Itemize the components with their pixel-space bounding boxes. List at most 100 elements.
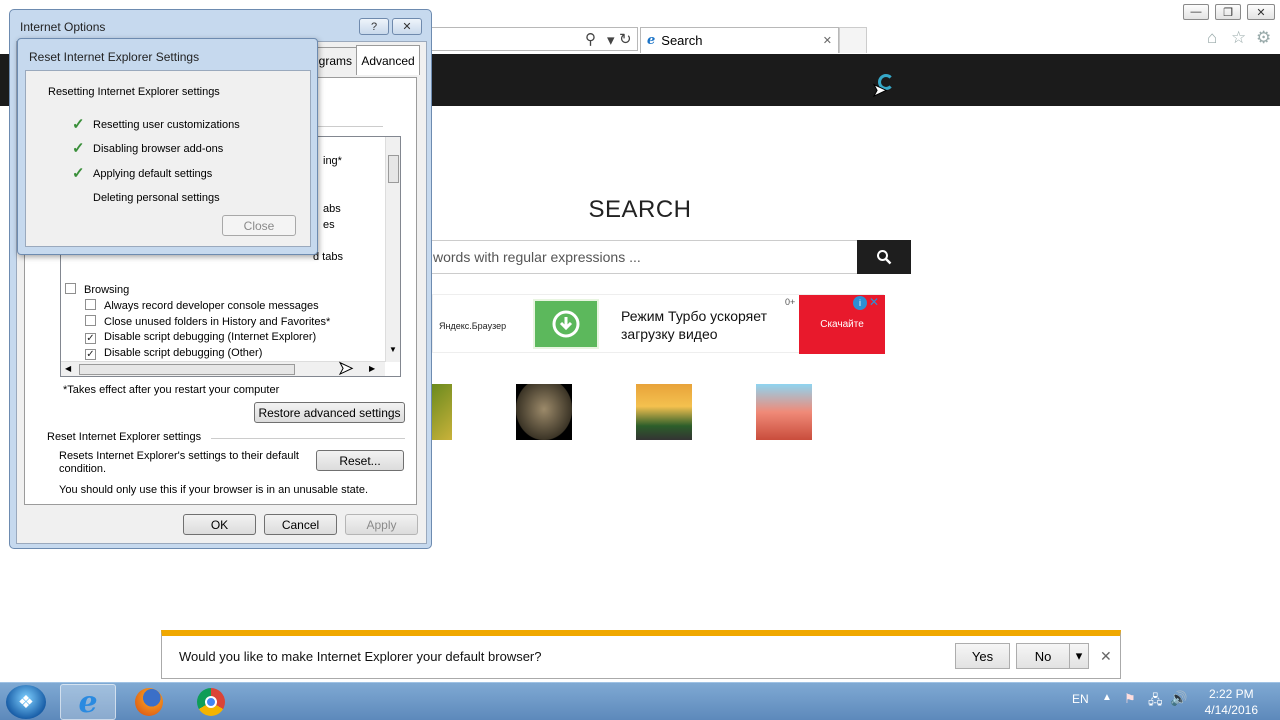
cancel-button[interactable]: Cancel: [264, 514, 337, 535]
unusable-note: You should only use this if your browser…: [59, 484, 368, 496]
checkbox[interactable]: [85, 299, 96, 310]
page-title: SEARCH: [588, 196, 692, 223]
reset-button[interactable]: Reset...: [316, 450, 404, 471]
tab-advanced[interactable]: Advanced: [356, 45, 420, 75]
show-hidden-icons-icon[interactable]: ▲: [1102, 692, 1112, 703]
list-item[interactable]: Always record developer console messages: [85, 299, 319, 312]
game-thumbnail[interactable]: [636, 384, 692, 440]
ad-age-rating: 0+: [785, 297, 796, 307]
horizontal-scrollbar[interactable]: ◀ ▶: [61, 361, 385, 376]
dialog-close-button[interactable]: ✕: [392, 18, 422, 35]
checkbox[interactable]: [65, 283, 76, 294]
new-tab-button[interactable]: [839, 27, 867, 53]
system-tray: EN ▲ ⚑ 🖧 🔊 2:22 PM 4/14/2016: [1066, 683, 1280, 720]
reset-group-label: Reset Internet Explorer settings: [47, 431, 202, 443]
windows-logo-icon: ❖: [17, 691, 35, 712]
reset-ie-settings-dialog: Reset Internet Explorer Settings Resetti…: [17, 38, 318, 255]
search-icon[interactable]: ⚲: [585, 30, 596, 48]
list-item: es: [323, 219, 335, 231]
check-icon: ✓: [72, 116, 85, 133]
clock[interactable]: 2:22 PM 4/14/2016: [1205, 686, 1258, 718]
taskbar: ❖ e EN ▲ ⚑ 🖧 🔊 2:22 PM 4/14/2016: [0, 682, 1280, 720]
gear-icon[interactable]: ⚙: [1256, 28, 1271, 48]
firefox-icon: [135, 688, 163, 716]
internet-explorer-icon: e: [78, 684, 98, 720]
notification-message: Would you like to make Internet Explorer…: [179, 649, 542, 664]
tab-title: Search: [661, 33, 703, 48]
scroll-right-icon[interactable]: ▶: [369, 364, 375, 373]
ok-button[interactable]: OK: [183, 514, 256, 535]
taskbar-chrome[interactable]: [183, 684, 239, 720]
check-icon: ✓: [72, 165, 85, 182]
checkbox-checked[interactable]: ✓: [85, 333, 96, 344]
scroll-left-icon[interactable]: ◀: [65, 364, 71, 373]
reset-step: Resetting user customizations: [93, 119, 240, 131]
game-thumbnail[interactable]: [516, 384, 572, 440]
scroll-down-icon[interactable]: ▼: [389, 345, 397, 354]
list-item: ing*: [323, 155, 342, 167]
home-icon[interactable]: ⌂: [1207, 28, 1217, 48]
address-bar[interactable]: ⚲ ▾ ↻: [420, 27, 638, 51]
ad-info-icon[interactable]: i: [853, 296, 867, 310]
vertical-scrollbar[interactable]: ▼: [385, 137, 400, 362]
restore-button[interactable]: ❐: [1215, 4, 1241, 20]
favorites-star-icon[interactable]: ☆: [1231, 28, 1246, 48]
reset-step: Disabling browser add-ons: [93, 143, 224, 155]
list-item[interactable]: ✓ Disable script debugging (Other): [85, 347, 262, 360]
reset-description: Resets Internet Explorer's settings to t…: [59, 450, 299, 475]
clock-time: 2:22 PM: [1208, 687, 1254, 701]
start-button[interactable]: ❖: [6, 685, 46, 719]
list-item-browsing[interactable]: Browsing: [65, 283, 129, 296]
search-input[interactable]: words with regular expressions ...: [420, 240, 857, 274]
network-icon[interactable]: 🖧: [1148, 691, 1163, 713]
taskbar-internet-explorer[interactable]: e: [60, 684, 116, 720]
reset-heading: Resetting Internet Explorer settings: [48, 86, 220, 98]
taskbar-firefox[interactable]: [121, 684, 177, 720]
reset-dialog-title: Reset Internet Explorer Settings: [29, 50, 200, 64]
magnifier-icon: [877, 250, 892, 265]
action-center-flag-icon[interactable]: ⚑: [1124, 691, 1136, 707]
scroll-thumb[interactable]: [388, 155, 399, 183]
volume-icon[interactable]: 🔊: [1170, 690, 1187, 707]
checkbox[interactable]: [85, 315, 96, 326]
restore-advanced-settings-button[interactable]: Restore advanced settings: [254, 402, 405, 423]
browser-tab-search[interactable]: e Search ✕: [640, 27, 839, 53]
game-thumbnail[interactable]: [432, 384, 452, 440]
language-indicator[interactable]: EN: [1072, 692, 1089, 706]
ad-close-icon[interactable]: ✕: [869, 295, 879, 309]
reset-close-button[interactable]: Close: [222, 215, 296, 236]
game-thumbnail[interactable]: [756, 384, 812, 440]
default-browser-notification: Would you like to make Internet Explorer…: [161, 630, 1121, 679]
close-window-button[interactable]: ✕: [1247, 4, 1275, 20]
help-button[interactable]: ?: [359, 18, 389, 35]
download-icon: [533, 299, 599, 349]
no-dropdown-button[interactable]: ▾: [1069, 643, 1089, 669]
refresh-icon[interactable]: ↻: [619, 30, 632, 48]
minimize-button[interactable]: —: [1183, 4, 1209, 20]
reset-step: Applying default settings: [93, 168, 213, 180]
mouse-pointer-icon: ➤: [337, 358, 354, 379]
dialog-title: Internet Options: [20, 20, 106, 34]
yes-button[interactable]: Yes: [955, 643, 1010, 669]
advertisement-banner[interactable]: Яндекс.Браузер Режим Турбо ускоряет загр…: [432, 294, 885, 354]
search-button[interactable]: [857, 240, 911, 274]
apply-button[interactable]: Apply: [345, 514, 418, 535]
no-button[interactable]: No: [1016, 643, 1070, 669]
reset-dialog-body: Resetting Internet Explorer settings ✓ R…: [25, 70, 311, 247]
ad-brand: Яндекс.Браузер: [439, 321, 507, 331]
dropdown-icon[interactable]: ▾: [607, 31, 615, 49]
group-divider: [211, 438, 405, 439]
settings-divider: [311, 126, 383, 127]
chrome-icon: [197, 688, 225, 716]
restart-note: *Takes effect after you restart your com…: [63, 384, 280, 396]
check-icon: ✓: [72, 140, 85, 157]
mouse-pointer-icon: ➤: [871, 80, 888, 101]
ad-text: Режим Турбо ускоряет загрузку видео: [621, 308, 767, 342]
list-item[interactable]: ✓ Disable script debugging (Internet Expl…: [85, 331, 316, 344]
list-item[interactable]: Close unused folders in History and Favo…: [85, 315, 330, 328]
ie-favicon-icon: e: [647, 33, 656, 48]
checkbox-checked[interactable]: ✓: [85, 349, 96, 360]
notification-close-icon[interactable]: ✕: [1100, 648, 1112, 665]
tab-close-icon[interactable]: ✕: [823, 34, 832, 47]
scroll-thumb[interactable]: [79, 364, 295, 375]
